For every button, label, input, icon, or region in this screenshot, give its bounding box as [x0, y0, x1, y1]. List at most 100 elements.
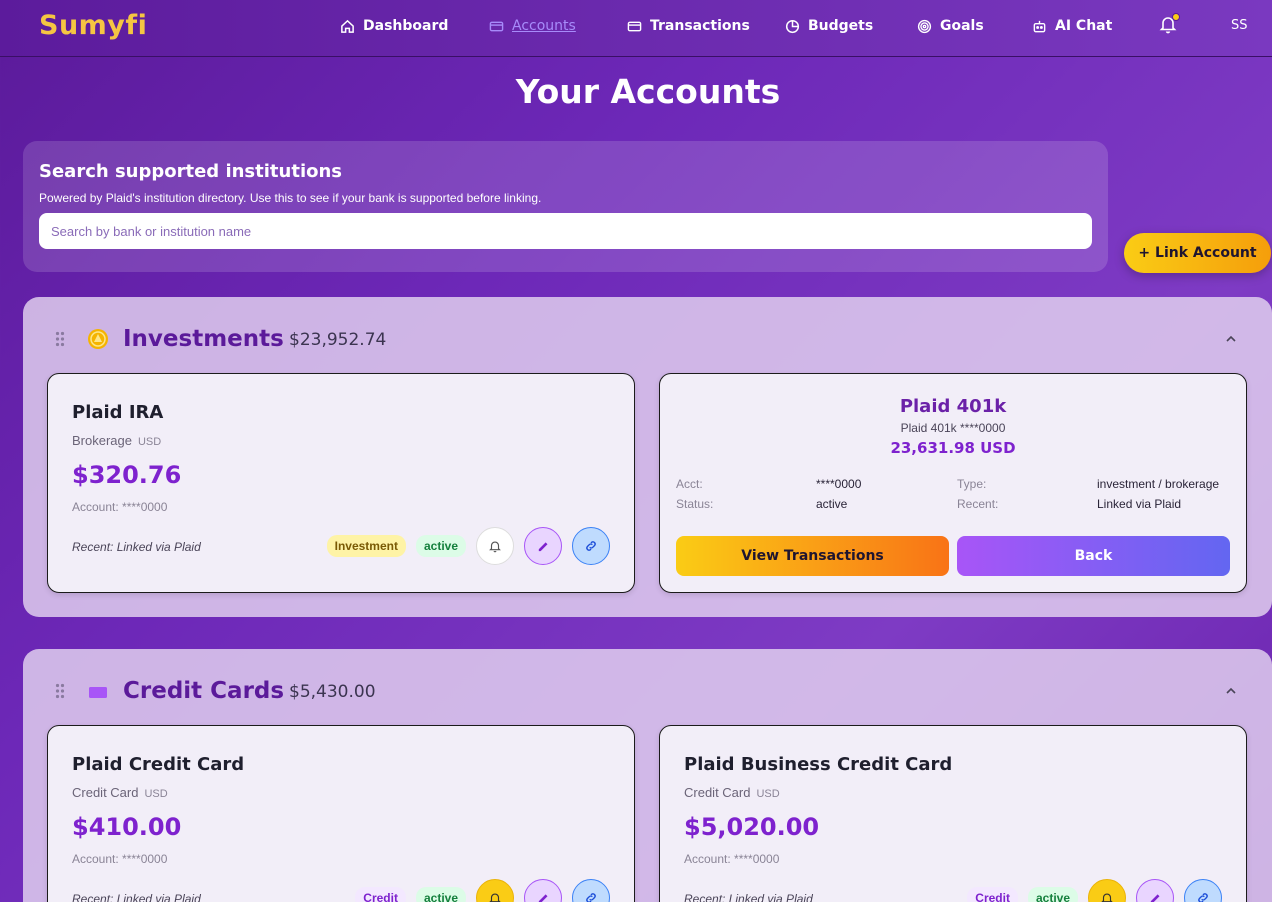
back-button[interactable]: Back	[957, 536, 1230, 576]
alerts-button[interactable]	[1088, 879, 1126, 902]
institution-search-panel: Search supported institutions Powered by…	[23, 141, 1108, 272]
group-title: Credit Cards	[123, 678, 285, 704]
bell-icon	[489, 541, 501, 553]
account-currency: USD	[756, 788, 780, 800]
account-mask: Account: ****0000	[684, 852, 780, 866]
account-mask: Account: ****0000	[72, 500, 168, 514]
account-currency: USD	[144, 788, 168, 800]
status-badge: active	[1027, 887, 1078, 902]
home-icon	[341, 19, 354, 33]
link-account-button[interactable]: + Link Account	[1124, 233, 1271, 273]
pencil-icon	[538, 894, 548, 902]
account-recent-activity: Recent: Linked via Plaid	[72, 540, 201, 554]
detail-status-label: Status:	[676, 497, 714, 511]
bell-icon	[1101, 893, 1113, 902]
account-type-label: Credit Card	[72, 785, 139, 800]
account-card[interactable]: Plaid IRA Brokerage USD $320.76 Account: …	[47, 373, 635, 593]
group-total: $5,430.00	[289, 682, 376, 702]
alerts-button[interactable]	[476, 527, 514, 565]
nav-accounts-label: Accounts	[512, 18, 576, 34]
investment-icon	[88, 329, 108, 349]
status-badge: active	[415, 887, 466, 902]
target-icon	[917, 19, 932, 33]
account-currency: USD	[137, 436, 162, 448]
detail-account-balance: 23,631.98 USD	[890, 439, 1016, 457]
relink-account-button[interactable]	[1184, 879, 1222, 902]
nav-goals[interactable]: Goals	[917, 16, 984, 36]
account-detail-card: Plaid 401k Plaid 401k ****0000 23,631.98…	[659, 373, 1247, 593]
account-group-investments: Investments $23,952.74 Plaid IRA Brokera…	[23, 297, 1272, 617]
account-name: Plaid Credit Card	[72, 754, 245, 775]
nav-goals-label: Goals	[940, 18, 984, 34]
account-card[interactable]: Plaid Credit Card Credit Card USD $410.00…	[47, 725, 635, 902]
account-type-label: Credit Card	[684, 785, 751, 800]
view-transactions-button[interactable]: View Transactions	[676, 536, 949, 576]
edit-account-button[interactable]	[1136, 879, 1174, 902]
nav-dashboard-label: Dashboard	[363, 18, 449, 34]
detail-type-label: Type:	[957, 477, 987, 491]
nav-accounts[interactable]: Accounts	[489, 16, 576, 36]
alerts-button[interactable]	[476, 879, 514, 902]
page-title: Your Accounts	[515, 72, 781, 111]
group-total: $23,952.74	[289, 330, 387, 350]
nav-ai-chat-label: AI Chat	[1055, 18, 1113, 34]
group-title: Investments	[123, 326, 284, 352]
detail-type-value: investment / brokerage	[1097, 477, 1220, 491]
account-balance: $5,020.00	[684, 813, 820, 841]
edit-account-button[interactable]	[524, 879, 562, 902]
detail-recent-value: Linked via Plaid	[1097, 497, 1182, 511]
drag-handle-icon[interactable]	[55, 331, 65, 347]
account-type-badge: Credit	[967, 887, 1018, 902]
account-type-badge: Credit	[355, 887, 406, 902]
nav-ai-chat[interactable]: AI Chat	[1032, 16, 1112, 36]
user-avatar[interactable]: SS	[1231, 18, 1248, 33]
nav-budgets-label: Budgets	[808, 18, 874, 34]
detail-account-subtitle: Plaid 401k ****0000	[900, 421, 1006, 435]
relink-account-button[interactable]	[572, 527, 610, 565]
nav-transactions[interactable]: Transactions	[627, 16, 750, 36]
account-type-badge: Investment	[326, 535, 406, 557]
card-actions: Investment active	[326, 527, 610, 565]
search-panel-subtitle: Powered by Plaid's institution directory…	[39, 191, 542, 205]
account-type: Credit Card USD	[72, 785, 168, 800]
nav-dashboard[interactable]: Dashboard	[340, 16, 448, 36]
account-type-label: Brokerage	[72, 433, 132, 448]
link-icon	[1198, 893, 1208, 902]
top-nav: Sumyfi Dashboard Accounts Transactions B…	[0, 0, 1272, 57]
card-icon	[489, 21, 504, 31]
notifications-button[interactable]	[1158, 13, 1180, 36]
status-badge: active	[415, 535, 466, 557]
bot-icon	[1033, 20, 1046, 32]
detail-recent-label: Recent:	[957, 497, 999, 511]
pencil-icon	[1150, 894, 1160, 902]
chevron-up-icon[interactable]	[1225, 685, 1237, 697]
account-name: Plaid Business Credit Card	[684, 754, 953, 775]
nav-budgets[interactable]: Budgets	[785, 16, 873, 36]
nav-transactions-label: Transactions	[650, 18, 750, 34]
detail-account-name: Plaid 401k	[899, 396, 1007, 417]
account-card[interactable]: Plaid Business Credit Card Credit Card US…	[659, 725, 1247, 902]
detail-acct-label: Acct:	[676, 477, 703, 491]
card-icon	[627, 21, 642, 31]
account-balance: $320.76	[72, 461, 182, 489]
app-logo[interactable]: Sumyfi	[39, 10, 147, 41]
account-recent-activity: Recent: Linked via Plaid	[684, 892, 813, 902]
link-icon	[586, 541, 596, 551]
pie-icon	[785, 19, 800, 33]
edit-account-button[interactable]	[524, 527, 562, 565]
institution-search-input[interactable]	[39, 213, 1092, 249]
search-panel-title: Search supported institutions	[39, 161, 343, 182]
account-type: Credit Card USD	[684, 785, 780, 800]
link-icon	[586, 893, 596, 902]
pencil-icon	[538, 542, 548, 552]
drag-handle-icon[interactable]	[55, 683, 65, 699]
account-mask: Account: ****0000	[72, 852, 168, 866]
detail-status-value: active	[816, 497, 848, 511]
notification-dot	[1172, 13, 1180, 21]
detail-acct-value: ****0000	[816, 477, 862, 491]
chevron-up-icon[interactable]	[1225, 333, 1237, 345]
account-type: Brokerage USD	[72, 433, 161, 448]
account-name: Plaid IRA	[72, 402, 164, 423]
relink-account-button[interactable]	[572, 879, 610, 902]
card-actions: Credit active	[355, 879, 610, 902]
